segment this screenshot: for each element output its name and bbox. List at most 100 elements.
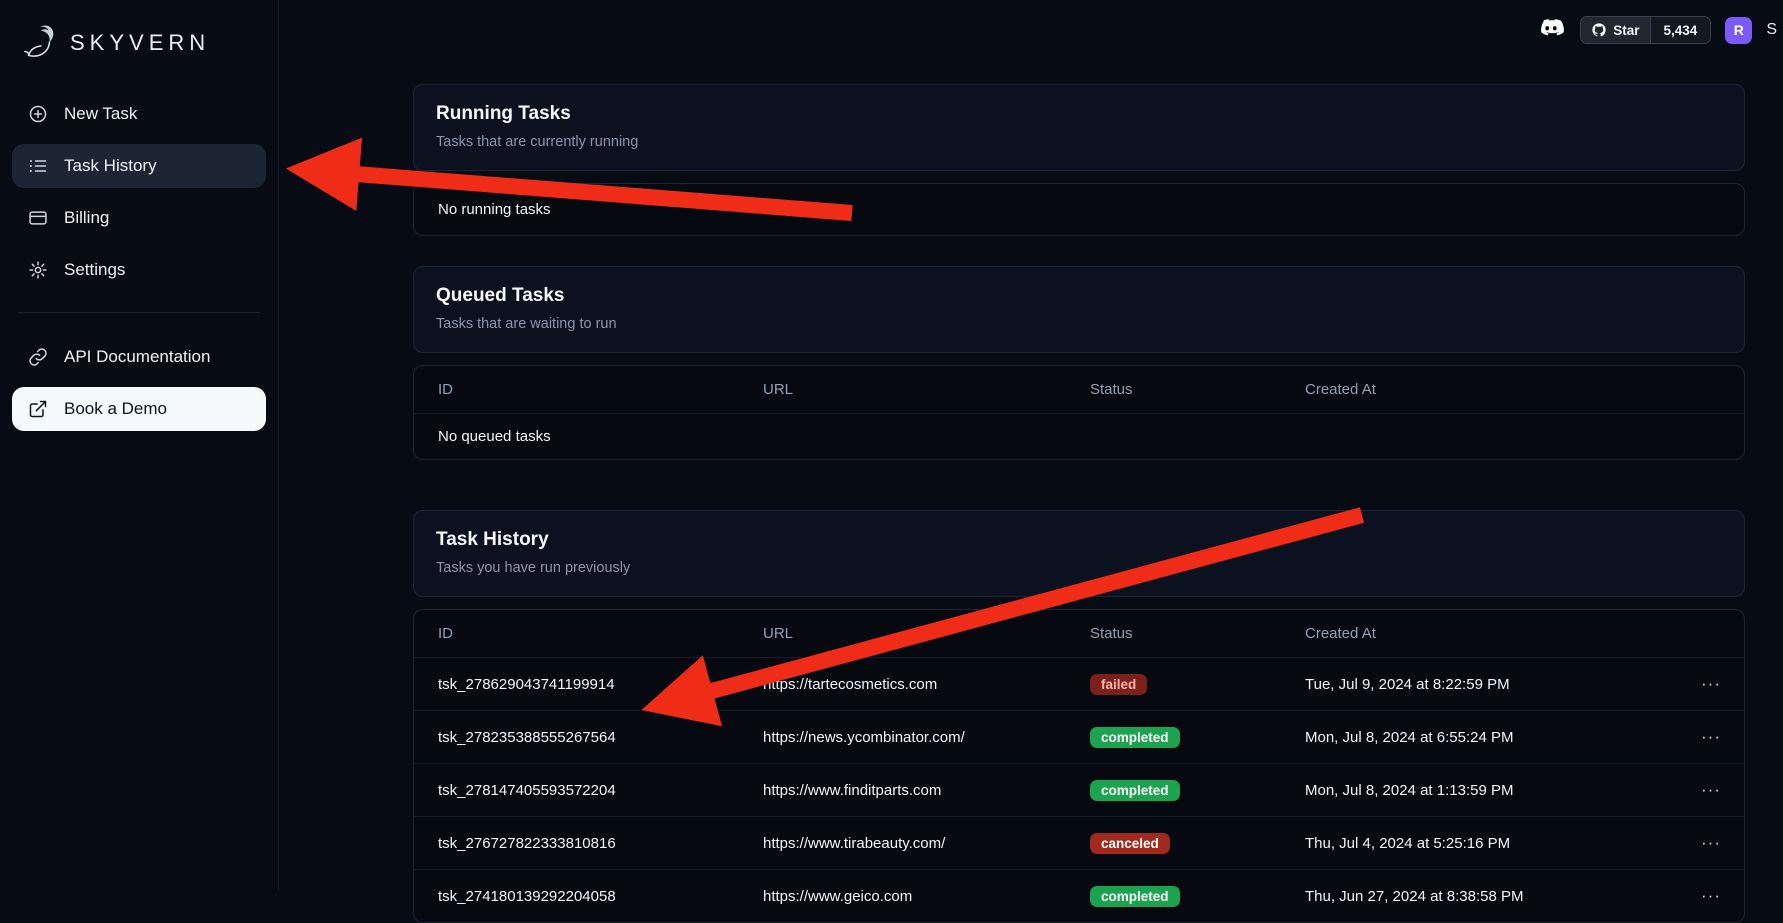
cell-status: failed	[1066, 658, 1281, 711]
status-badge: completed	[1090, 727, 1180, 748]
sidebar-item-new-task[interactable]: New Task	[12, 92, 266, 136]
cell-created-at: Mon, Jul 8, 2024 at 6:55:24 PM	[1281, 711, 1671, 764]
section-title: Task History	[436, 529, 1722, 551]
column-header-status: Status	[1066, 366, 1281, 414]
cell-url: https://news.ycombinator.com/	[739, 711, 1066, 764]
github-star-button[interactable]: Star 5,434	[1580, 16, 1711, 44]
sidebar-item-task-history[interactable]: Task History	[12, 144, 266, 188]
section-subtitle: Tasks you have run previously	[436, 560, 1722, 576]
running-tasks-table: No running tasks	[413, 183, 1745, 236]
sidebar-item-label: Settings	[64, 260, 125, 280]
row-actions-button[interactable]: ···	[1695, 778, 1727, 802]
avatar[interactable]: R	[1725, 17, 1752, 44]
section-title: Running Tasks	[436, 103, 1722, 125]
github-icon	[1591, 22, 1607, 38]
sidebar-item-label: New Task	[64, 104, 137, 124]
history-row[interactable]: tsk_278235388555267564https://news.ycomb…	[414, 711, 1744, 764]
sidebar-item-api-documentation[interactable]: API Documentation	[12, 335, 266, 379]
sidebar-item-label: Book a Demo	[64, 399, 167, 419]
status-badge: failed	[1090, 674, 1147, 695]
cell-url: https://www.finditparts.com	[739, 764, 1066, 817]
gear-icon	[28, 260, 48, 280]
status-badge: completed	[1090, 886, 1180, 907]
task-history-section: Task History Tasks you have run previous…	[413, 510, 1745, 923]
history-row[interactable]: tsk_276727822333810816https://www.tirabe…	[414, 817, 1744, 870]
history-row[interactable]: tsk_274180139292204058https://www.geico.…	[414, 870, 1744, 923]
cell-status: canceled	[1066, 817, 1281, 870]
list-icon	[28, 156, 48, 176]
sidebar-item-label: API Documentation	[64, 347, 210, 367]
queued-tasks-header: Queued Tasks Tasks that are waiting to r…	[413, 266, 1745, 353]
cell-task-id: tsk_278629043741199914	[414, 658, 739, 711]
github-star-count: 5,434	[1650, 17, 1711, 43]
section-subtitle: Tasks that are currently running	[436, 134, 1722, 150]
brand: SKYVERN	[12, 22, 266, 92]
sidebar-item-label: Task History	[64, 156, 157, 176]
queued-empty-message: No queued tasks	[414, 414, 1744, 460]
history-row[interactable]: tsk_278147405593572204https://www.findit…	[414, 764, 1744, 817]
running-tasks-section: Running Tasks Tasks that are currently r…	[413, 84, 1745, 236]
row-actions-button[interactable]: ···	[1695, 884, 1727, 908]
row-actions-button[interactable]: ···	[1695, 725, 1727, 749]
running-tasks-header: Running Tasks Tasks that are currently r…	[413, 84, 1745, 171]
cell-url: https://tartecosmetics.com	[739, 658, 1066, 711]
cell-task-id: tsk_278235388555267564	[414, 711, 739, 764]
cell-status: completed	[1066, 764, 1281, 817]
sidebar-nav: New Task Task History Billing Settings	[12, 92, 266, 431]
cell-created-at: Tue, Jul 9, 2024 at 8:22:59 PM	[1281, 658, 1671, 711]
column-header-url: URL	[739, 366, 1066, 414]
cell-created-at: Thu, Jun 27, 2024 at 8:38:58 PM	[1281, 870, 1671, 923]
column-header-url: URL	[739, 610, 1066, 658]
sidebar-divider	[18, 312, 260, 313]
plus-circle-icon	[28, 104, 48, 124]
section-title: Queued Tasks	[436, 285, 1722, 307]
brand-name: SKYVERN	[70, 30, 210, 56]
task-history-header: Task History Tasks you have run previous…	[413, 510, 1745, 597]
sidebar-item-label: Billing	[64, 208, 109, 228]
cell-actions: ···	[1671, 817, 1744, 870]
external-link-icon	[28, 399, 48, 419]
history-row[interactable]: tsk_278629043741199914https://tartecosme…	[414, 658, 1744, 711]
section-subtitle: Tasks that are waiting to run	[436, 316, 1722, 332]
github-star-label: Star	[1613, 23, 1639, 38]
sidebar-item-book-a-demo[interactable]: Book a Demo	[12, 387, 266, 431]
column-header-id: ID	[414, 366, 739, 414]
skyvern-logo-icon	[22, 24, 60, 62]
sidebar: SKYVERN New Task Task History Billing Se…	[0, 0, 279, 890]
running-empty-message: No running tasks	[414, 184, 1744, 235]
history-table-body: tsk_278629043741199914https://tartecosme…	[414, 658, 1744, 923]
user-name-truncated: S	[1766, 21, 1777, 39]
status-badge: completed	[1090, 780, 1180, 801]
task-history-table: ID URL Status Created At tsk_27862904374…	[413, 609, 1745, 923]
sidebar-item-settings[interactable]: Settings	[12, 248, 266, 292]
cell-url: https://www.tirabeauty.com/	[739, 817, 1066, 870]
discord-icon[interactable]	[1536, 18, 1566, 42]
topbar: Star 5,434 R S	[1536, 16, 1777, 44]
status-badge: canceled	[1090, 833, 1170, 854]
main-content: Running Tasks Tasks that are currently r…	[279, 0, 1783, 923]
cell-task-id: tsk_278147405593572204	[414, 764, 739, 817]
row-actions-button[interactable]: ···	[1695, 672, 1727, 696]
queued-tasks-section: Queued Tasks Tasks that are waiting to r…	[413, 266, 1745, 460]
column-header-created-at: Created At	[1281, 610, 1671, 658]
cell-actions: ···	[1671, 711, 1744, 764]
cell-url: https://www.geico.com	[739, 870, 1066, 923]
credit-card-icon	[28, 208, 48, 228]
cell-actions: ···	[1671, 658, 1744, 711]
sidebar-item-billing[interactable]: Billing	[12, 196, 266, 240]
cell-task-id: tsk_274180139292204058	[414, 870, 739, 923]
cell-created-at: Mon, Jul 8, 2024 at 1:13:59 PM	[1281, 764, 1671, 817]
column-header-id: ID	[414, 610, 739, 658]
cell-status: completed	[1066, 711, 1281, 764]
column-header-created-at: Created At	[1281, 366, 1671, 414]
column-header-status: Status	[1066, 610, 1281, 658]
cell-actions: ···	[1671, 764, 1744, 817]
link-icon	[28, 347, 48, 367]
cell-actions: ···	[1671, 870, 1744, 923]
cell-task-id: tsk_276727822333810816	[414, 817, 739, 870]
queued-empty-row: No queued tasks	[414, 414, 1744, 460]
cell-status: completed	[1066, 870, 1281, 923]
queued-tasks-table: ID URL Status Created At No queued tasks	[413, 365, 1745, 460]
row-actions-button[interactable]: ···	[1695, 831, 1727, 855]
cell-created-at: Thu, Jul 4, 2024 at 5:25:16 PM	[1281, 817, 1671, 870]
